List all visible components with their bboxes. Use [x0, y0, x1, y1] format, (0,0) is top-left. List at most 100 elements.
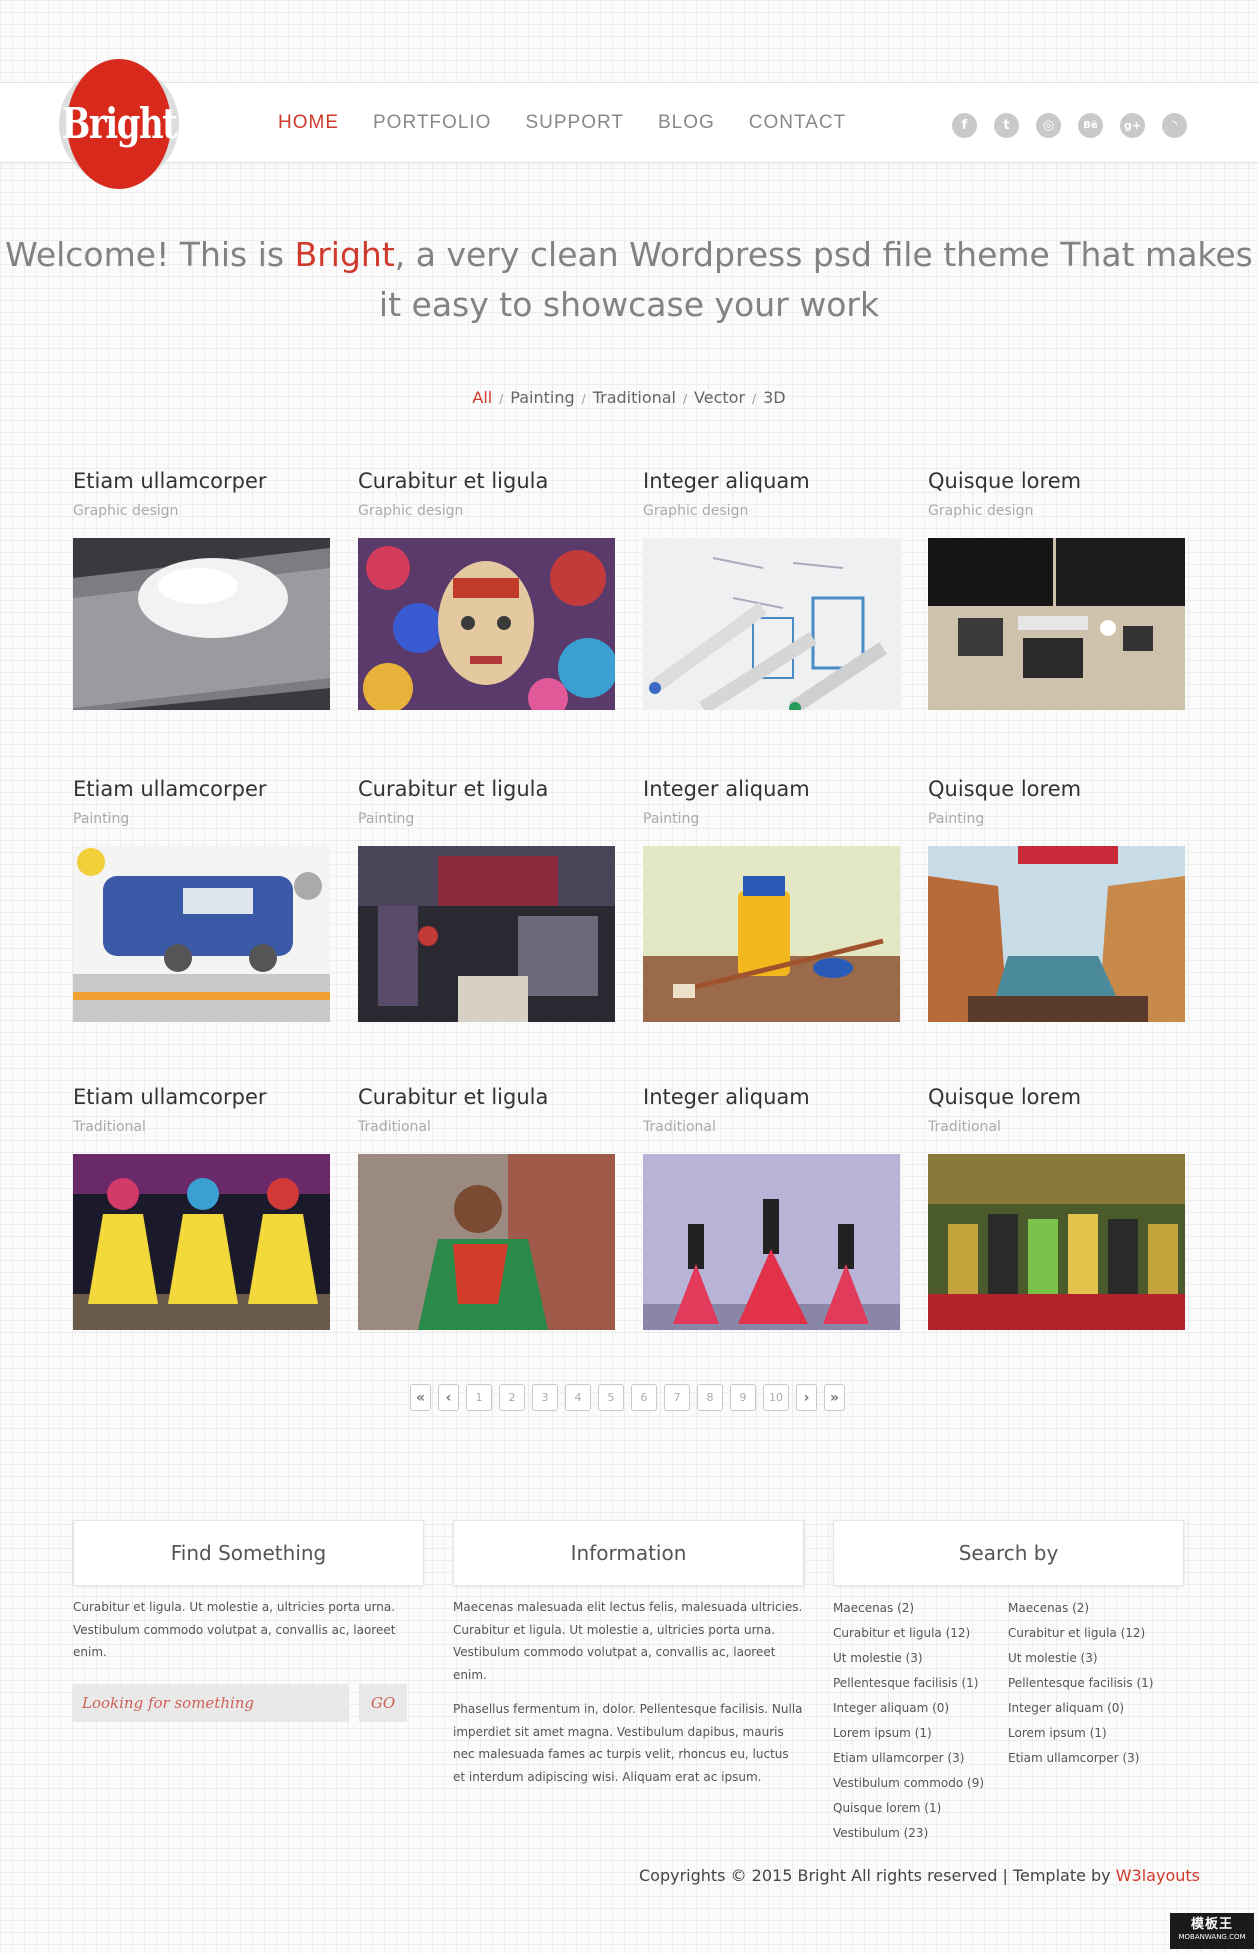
searchby-heading: Search by: [833, 1520, 1184, 1586]
thumbnail-mouse[interactable]: [73, 538, 330, 710]
portfolio-item[interactable]: Etiam ullamcorper Graphic design: [73, 466, 330, 774]
thumbnail-wedding-group[interactable]: [928, 1154, 1185, 1330]
page-button[interactable]: 4: [565, 1384, 592, 1411]
page-button[interactable]: 8: [697, 1384, 724, 1411]
page-button[interactable]: 7: [664, 1384, 691, 1411]
thumbnail-yellow-dancers[interactable]: [73, 1154, 330, 1330]
main-nav: HOME PORTFOLIO SUPPORT BLOG CONTACT: [278, 112, 846, 134]
page-button[interactable]: 9: [730, 1384, 757, 1411]
tag-link[interactable]: Curabitur et ligula (12): [833, 1621, 1008, 1646]
tag-link[interactable]: Vestibulum commodo (9): [833, 1771, 1008, 1796]
filter-all[interactable]: All: [472, 388, 492, 407]
portfolio-item[interactable]: Etiam ullamcorper Traditional: [73, 1082, 330, 1390]
facebook-icon[interactable]: f: [952, 113, 977, 138]
portfolio-item[interactable]: Etiam ullamcorper Painting: [73, 774, 330, 1082]
search-input[interactable]: Looking for something: [73, 1683, 349, 1722]
item-category: Traditional: [358, 1119, 431, 1135]
item-title[interactable]: Etiam ullamcorper: [73, 774, 330, 804]
nav-blog[interactable]: BLOG: [658, 112, 715, 134]
tag-link[interactable]: Maecenas (2): [833, 1596, 1008, 1621]
watermark-badge[interactable]: 模板王 MOBANWANG.COM: [1170, 1913, 1254, 1949]
portfolio-item[interactable]: Integer aliquam Traditional: [643, 1082, 900, 1390]
tag-link[interactable]: Pellentesque facilisis (1): [1008, 1671, 1183, 1696]
tag-link[interactable]: Integer aliquam (0): [1008, 1696, 1183, 1721]
portfolio-item[interactable]: Curabitur et ligula Graphic design: [358, 466, 615, 774]
item-title[interactable]: Curabitur et ligula: [358, 1082, 615, 1112]
item-title[interactable]: Integer aliquam: [643, 774, 900, 804]
pagination: « ‹ 1 2 3 4 5 6 7 8 9 10 › »: [410, 1384, 846, 1411]
tag-link[interactable]: Maecenas (2): [1008, 1596, 1183, 1621]
next-page-button[interactable]: ›: [796, 1384, 818, 1411]
portfolio-item[interactable]: Quisque lorem Graphic design: [928, 466, 1185, 774]
thumbnail-paint-jar[interactable]: [643, 846, 900, 1022]
item-category: Traditional: [73, 1119, 146, 1135]
portfolio-item[interactable]: Integer aliquam Graphic design: [643, 466, 900, 774]
nav-support[interactable]: SUPPORT: [525, 112, 624, 134]
page-button[interactable]: 2: [499, 1384, 526, 1411]
tag-link[interactable]: Curabitur et ligula (12): [1008, 1621, 1183, 1646]
twitter-icon[interactable]: t: [994, 113, 1019, 138]
portfolio-item[interactable]: Curabitur et ligula Traditional: [358, 1082, 615, 1390]
thumbnail-canal-painting[interactable]: [928, 846, 1185, 1022]
thumbnail-markers[interactable]: [643, 538, 900, 710]
w3layouts-link[interactable]: W3layouts: [1116, 1866, 1200, 1885]
filter-3d[interactable]: 3D: [763, 388, 786, 407]
first-page-button[interactable]: «: [410, 1384, 432, 1411]
item-title[interactable]: Quisque lorem: [928, 466, 1185, 496]
item-title[interactable]: Etiam ullamcorper: [73, 466, 330, 496]
searchby-links: Maecenas (2) Curabitur et ligula (12) Ut…: [833, 1596, 1184, 1846]
item-title[interactable]: Curabitur et ligula: [358, 774, 615, 804]
behance-icon[interactable]: Bē: [1078, 113, 1103, 138]
portfolio-item[interactable]: Quisque lorem Traditional: [928, 1082, 1185, 1390]
tag-link[interactable]: Lorem ipsum (1): [1008, 1721, 1183, 1746]
rss-icon[interactable]: ◝: [1162, 113, 1187, 138]
logo[interactable]: Bright: [59, 59, 179, 189]
nav-home[interactable]: HOME: [278, 112, 339, 134]
item-title[interactable]: Integer aliquam: [643, 466, 900, 496]
page-button[interactable]: 5: [598, 1384, 625, 1411]
prev-page-button[interactable]: ‹: [438, 1384, 460, 1411]
googleplus-icon[interactable]: g+: [1120, 113, 1145, 138]
dribbble-icon[interactable]: ◎: [1036, 113, 1061, 138]
page-button[interactable]: 10: [763, 1384, 790, 1411]
tag-link[interactable]: Integer aliquam (0): [833, 1696, 1008, 1721]
filter-vector[interactable]: Vector: [694, 388, 745, 407]
copyright: Copyrights © 2015 Bright All rights rese…: [638, 1866, 1200, 1885]
page-button[interactable]: 6: [631, 1384, 658, 1411]
item-title[interactable]: Curabitur et ligula: [358, 466, 615, 496]
thumbnail-workstation[interactable]: [928, 538, 1185, 710]
item-title[interactable]: Quisque lorem: [928, 774, 1185, 804]
thumbnail-bus-drawing[interactable]: [73, 846, 330, 1022]
item-category: Painting: [643, 811, 700, 827]
thumbnail-indian-dancer[interactable]: [358, 1154, 615, 1330]
tag-link[interactable]: Etiam ullamcorper (3): [833, 1746, 1008, 1771]
go-button[interactable]: GO: [359, 1683, 407, 1722]
portfolio-row: Etiam ullamcorper Traditional Curabitur …: [73, 1082, 1185, 1390]
nav-contact[interactable]: CONTACT: [749, 112, 846, 134]
tag-link[interactable]: Ut molestie (3): [833, 1646, 1008, 1671]
tag-link[interactable]: Etiam ullamcorper (3): [1008, 1746, 1183, 1771]
item-title[interactable]: Etiam ullamcorper: [73, 1082, 330, 1112]
nav-portfolio[interactable]: PORTFOLIO: [373, 112, 491, 134]
logo-text: Bright: [61, 99, 178, 149]
thumbnail-red-skirts[interactable]: [643, 1154, 900, 1330]
portfolio-item[interactable]: Quisque lorem Painting: [928, 774, 1185, 1082]
tag-link[interactable]: Lorem ipsum (1): [833, 1721, 1008, 1746]
portfolio-grid: Etiam ullamcorper Graphic design Curabit…: [73, 466, 1185, 1390]
thumbnail-graffiti[interactable]: [358, 846, 615, 1022]
filter-traditional[interactable]: Traditional: [593, 388, 676, 407]
filter-painting[interactable]: Painting: [510, 388, 574, 407]
portfolio-item[interactable]: Integer aliquam Painting: [643, 774, 900, 1082]
tag-link[interactable]: Ut molestie (3): [1008, 1646, 1183, 1671]
page-button[interactable]: 3: [532, 1384, 559, 1411]
item-title[interactable]: Quisque lorem: [928, 1082, 1185, 1112]
page-button[interactable]: 1: [466, 1384, 493, 1411]
item-category: Graphic design: [358, 503, 464, 519]
tag-link[interactable]: Vestibulum (23): [833, 1821, 1008, 1846]
portfolio-item[interactable]: Curabitur et ligula Painting: [358, 774, 615, 1082]
last-page-button[interactable]: »: [824, 1384, 846, 1411]
item-title[interactable]: Integer aliquam: [643, 1082, 900, 1112]
tag-link[interactable]: Pellentesque facilisis (1): [833, 1671, 1008, 1696]
thumbnail-floral-face[interactable]: [358, 538, 615, 710]
tag-link[interactable]: Quisque lorem (1): [833, 1796, 1008, 1821]
